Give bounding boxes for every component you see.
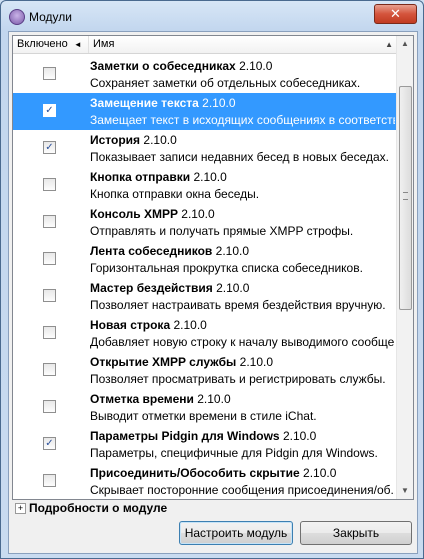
plugin-row[interactable]: Лента собеседников 2.10.0 Горизонтальная … (13, 241, 397, 278)
plugin-description: Выводит отметки времени в стиле iChat. (90, 409, 317, 423)
plugin-version: 2.10.0 (143, 133, 177, 147)
plugins-window: Модули ✕ Включено ◄ Имя ▲ Заметки о собе… (0, 0, 424, 559)
dialog-body: Включено ◄ Имя ▲ Заметки о собеседниках … (8, 31, 418, 554)
plugin-title: Параметры Pidgin для Windows 2.10.0 (90, 429, 316, 443)
plugin-version: 2.10.0 (197, 392, 231, 406)
plugin-row[interactable]: Новая строка 2.10.0 Добавляет новую строк… (13, 315, 397, 352)
plugin-title: Заметки о собеседниках 2.10.0 (90, 59, 272, 73)
column-header-enabled[interactable]: Включено ◄ (13, 36, 89, 53)
plugin-description: Горизонтальная прокрутка списка собеседн… (90, 261, 363, 275)
plugin-version: 2.10.0 (173, 318, 207, 332)
plugin-description: Позволяет настраивать время бездействия … (90, 298, 386, 312)
sort-ascending-icon: ▲ (385, 40, 393, 49)
plugin-version: 2.10.0 (215, 244, 250, 258)
plugin-name: Консоль XMPP (90, 207, 178, 221)
plugin-description: Позволяет просматривать и регистрировать… (90, 372, 386, 386)
plugin-row[interactable]: ✓ Замещение текста 2.10.0 Замещает текст в… (13, 93, 397, 130)
plugin-title: Присоединить/Обособить скрытие 2.10.0 (90, 466, 336, 480)
plugin-row[interactable]: Кнопка отправки 2.10.0 Кнопка отправки ок… (13, 167, 397, 204)
plugin-name: Отметка времени (90, 392, 194, 406)
plugin-version: 2.10.0 (282, 429, 317, 443)
plugin-row[interactable]: Мастер бездействия 2.10.0 Позволяет настр… (13, 278, 397, 315)
plugin-enabled-checkbox[interactable] (43, 363, 56, 376)
plugin-row[interactable]: Присоединить/Обособить скрытие 2.10.0 Скр… (13, 463, 397, 499)
column-enabled-label: Включено (17, 38, 68, 50)
plugin-enabled-checkbox[interactable]: ✓ (43, 104, 56, 117)
plugin-description: Сохраняет заметки об отдельных собеседни… (90, 76, 361, 90)
plugin-version: 2.10.0 (303, 466, 337, 480)
plugin-description: Кнопка отправки окна беседы. (90, 187, 260, 201)
scroll-down-arrow-icon[interactable]: ▼ (397, 483, 413, 499)
window-title: Модули (29, 10, 72, 24)
plugin-name: Замещение текста (90, 96, 199, 110)
plugin-name: Заметки о собеседниках (90, 59, 236, 73)
column-header-name[interactable]: Имя ▲ (89, 36, 397, 53)
plugin-row[interactable]: Заметки о собеседниках 2.10.0 Сохраняет з… (13, 56, 397, 93)
plugin-enabled-checkbox[interactable] (43, 67, 56, 80)
vertical-scrollbar[interactable]: ▲ ▼ (396, 36, 413, 499)
scrollbar-grip-icon (403, 192, 408, 200)
list-header: Включено ◄ Имя ▲ (13, 36, 397, 54)
plugin-name: Открытие XMPP службы (90, 355, 237, 369)
scrollbar-thumb[interactable] (399, 86, 412, 310)
plugin-enabled-checkbox[interactable] (43, 252, 56, 265)
plugin-name: Присоединить/Обособить скрытие (90, 466, 300, 480)
plugin-row[interactable]: Открытие XMPP службы 2.10.0 Позволяет про… (13, 352, 397, 389)
plugin-name: Новая строка (90, 318, 171, 332)
plugin-description: Замещает текст в исходящих сообщениях в … (90, 113, 395, 127)
plugin-details-label: Подробности о модуле (29, 501, 168, 515)
plugin-enabled-checkbox[interactable] (43, 289, 56, 302)
plugin-title: Мастер бездействия 2.10.0 (90, 281, 249, 295)
plugin-version: 2.10.0 (239, 59, 273, 73)
plugin-enabled-checkbox[interactable] (43, 326, 56, 339)
plugin-title: Лента собеседников 2.10.0 (90, 244, 249, 258)
plugin-title: Замещение текста 2.10.0 (90, 96, 236, 110)
plugin-name: История (90, 133, 141, 147)
close-button[interactable]: Закрыть (300, 521, 412, 545)
column-resize-arrow-icon: ◄ (73, 40, 82, 49)
plugin-enabled-checkbox[interactable] (43, 215, 56, 228)
plugin-row[interactable]: Консоль XMPP 2.10.0 Отправлять и получать… (13, 204, 397, 241)
plugin-description: Параметры, специфичные для Pidgin для Wi… (90, 446, 378, 460)
plugin-description: Отправлять и получать прямые XMPP строфы… (90, 224, 354, 238)
plugin-enabled-checkbox[interactable]: ✓ (43, 141, 56, 154)
column-name-label: Имя (93, 38, 115, 50)
expand-plus-icon: + (15, 503, 26, 515)
configure-plugin-button[interactable]: Настроить модуль (179, 521, 293, 545)
plugin-description: Скрывает посторонние сообщения присоедин… (90, 483, 395, 497)
plugin-name: Лента собеседников (90, 244, 213, 258)
plugin-version: 2.10.0 (193, 170, 227, 184)
plugin-enabled-checkbox[interactable] (43, 178, 56, 191)
pidgin-app-icon (9, 9, 25, 25)
plugin-description: Добавляет новую строку к началу выводимо… (90, 335, 395, 349)
plugin-version: 2.10.0 (181, 207, 215, 221)
plugin-list[interactable]: Включено ◄ Имя ▲ Заметки о собеседниках … (12, 35, 414, 500)
plugin-enabled-checkbox[interactable] (43, 400, 56, 413)
plugin-version: 2.10.0 (239, 355, 274, 369)
plugin-name: Мастер бездействия (90, 281, 213, 295)
plugin-title: Кнопка отправки 2.10.0 (90, 170, 227, 184)
plugin-version: 2.10.0 (216, 281, 250, 295)
plugin-details-expander[interactable]: + Подробности о модуле (15, 500, 167, 516)
plugin-title: Отметка времени 2.10.0 (90, 392, 231, 406)
plugin-enabled-checkbox[interactable]: ✓ (43, 437, 56, 450)
scroll-up-arrow-icon[interactable]: ▲ (397, 36, 413, 52)
title-bar[interactable]: Модули ✕ (1, 1, 423, 31)
plugin-rows: Заметки о собеседниках 2.10.0 Сохраняет з… (13, 54, 397, 499)
plugin-name: Кнопка отправки (90, 170, 191, 184)
plugin-enabled-checkbox[interactable] (43, 474, 56, 487)
plugin-title: История 2.10.0 (90, 133, 177, 147)
plugin-title: Консоль XMPP 2.10.0 (90, 207, 215, 221)
plugin-version: 2.10.0 (202, 96, 236, 110)
plugin-description: Показывает записи недавних бесед в новых… (90, 150, 389, 164)
plugin-row[interactable]: ✓ Параметры Pidgin для Windows 2.10.0 Пара… (13, 426, 397, 463)
plugin-row[interactable]: ✓ История 2.10.0 Показывает записи недавни… (13, 130, 397, 167)
plugin-name: Параметры Pidgin для Windows (90, 429, 280, 443)
plugin-title: Новая строка 2.10.0 (90, 318, 207, 332)
window-close-button[interactable]: ✕ (374, 4, 417, 24)
plugin-title: Открытие XMPP службы 2.10.0 (90, 355, 273, 369)
plugin-row[interactable]: Отметка времени 2.10.0 Выводит отметки вр… (13, 389, 397, 426)
